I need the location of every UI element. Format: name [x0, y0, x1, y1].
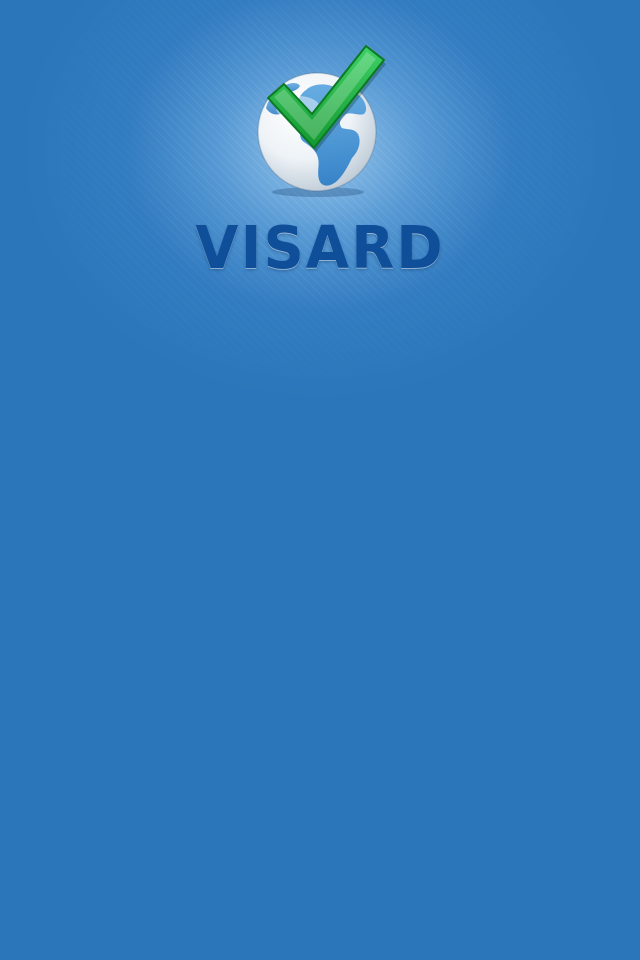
- splash-screen: VISARD: [0, 0, 640, 960]
- app-name-wordmark: VISARD: [195, 214, 445, 283]
- globe-with-checkmark-icon: [248, 40, 392, 200]
